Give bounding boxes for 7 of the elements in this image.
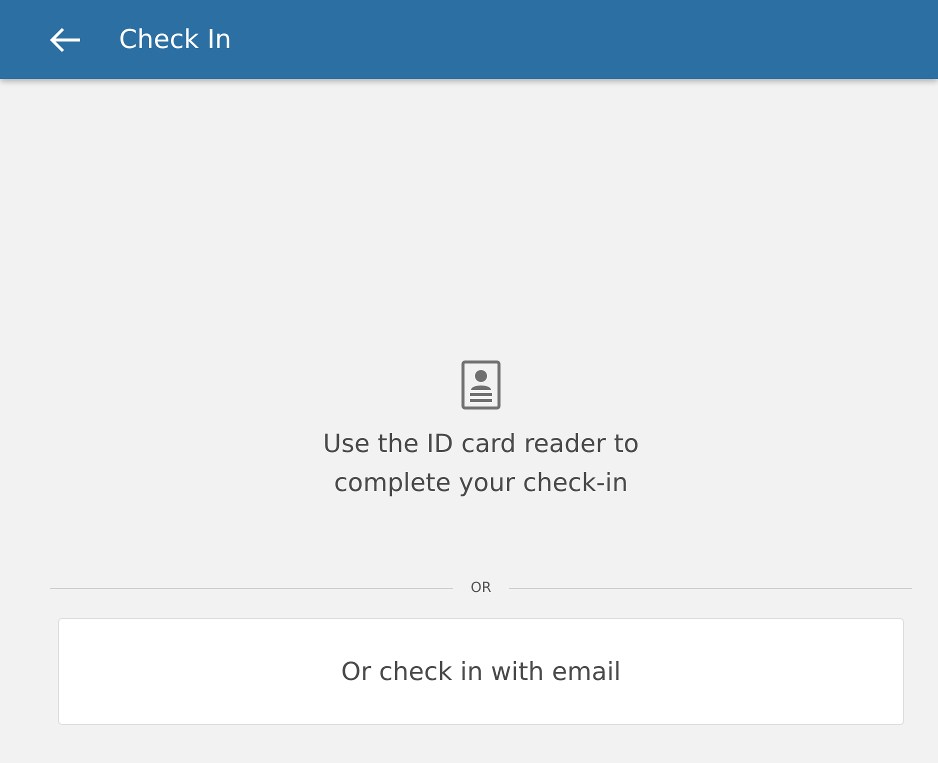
or-divider-label: OR (470, 580, 492, 596)
back-button[interactable] (48, 26, 82, 54)
instruction-text: Use the ID card reader to complete your check-in (322, 428, 640, 499)
back-arrow-icon (48, 26, 82, 54)
id-card-icon (461, 360, 501, 410)
page-title: Check In (119, 24, 232, 54)
email-check-in-button[interactable]: Or check in with email (58, 618, 904, 725)
